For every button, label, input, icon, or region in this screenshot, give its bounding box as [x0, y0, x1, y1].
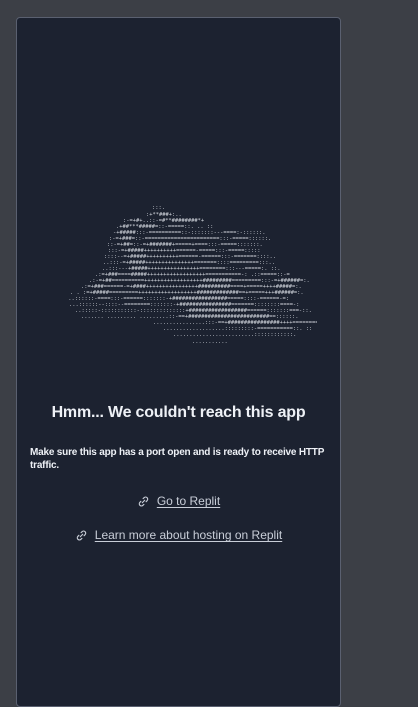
- learn-hosting-label: Learn more about hosting on Replit: [94, 528, 283, 542]
- svg-text:.........................:::::: .........................::::::::::::.: [173, 332, 296, 338]
- svg-text:...........: ...........: [192, 339, 228, 345]
- link-icon: [76, 530, 86, 540]
- link-icon: [138, 496, 149, 506]
- go-to-replit-link[interactable]: Go to Replit: [17, 494, 340, 508]
- app-panel: :::. :+**###+:.. :-=+#+..::-=#**########…: [16, 17, 341, 707]
- error-title: Hmm... We couldn't reach this app: [51, 404, 306, 421]
- svg-text::::.: :::.: [152, 205, 165, 211]
- go-to-replit-label: Go to Replit: [156, 494, 221, 508]
- error-description: Make sure this app has a port open and i…: [30, 447, 324, 471]
- ascii-cloud-art: :::. :+**###+:.. :-=+#+..::-=#**########…: [67, 205, 317, 345]
- learn-hosting-link[interactable]: Learn more about hosting on Replit: [17, 528, 340, 542]
